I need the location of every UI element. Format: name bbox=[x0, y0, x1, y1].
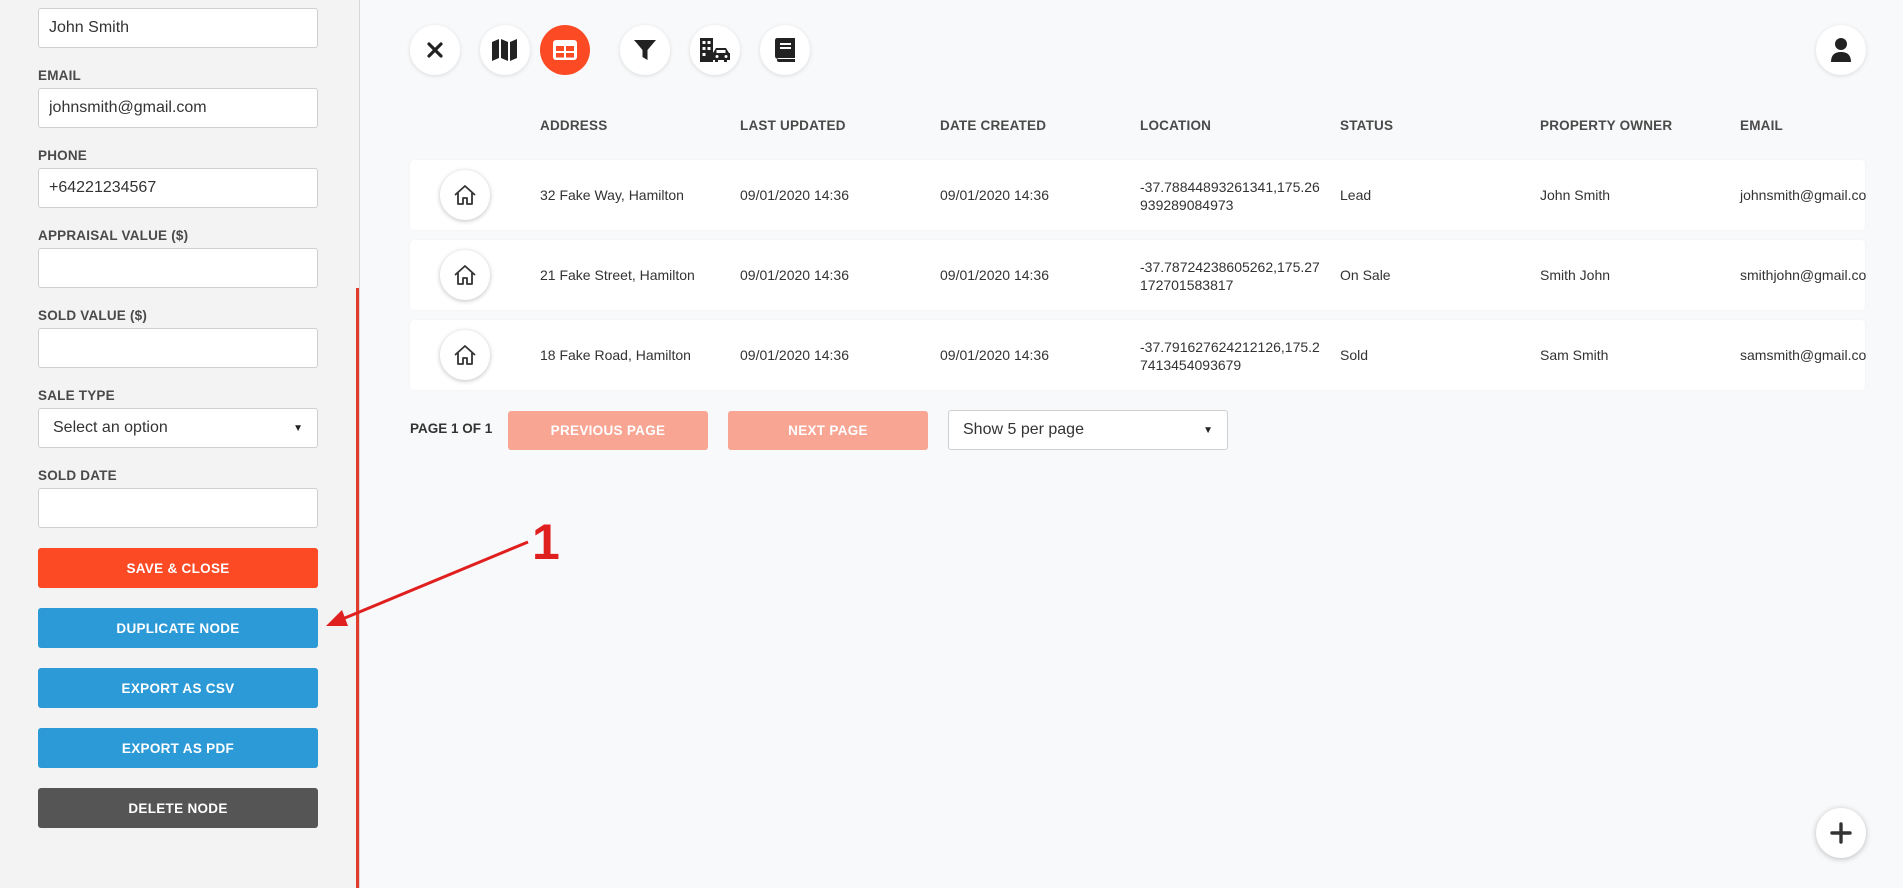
column-header-status[interactable]: STATUS bbox=[1340, 118, 1393, 133]
duplicate-node-button[interactable]: DUPLICATE NODE bbox=[38, 608, 318, 648]
phone-label: PHONE bbox=[38, 148, 88, 163]
cell-owner: John Smith bbox=[1540, 187, 1611, 203]
sold-date-label: SOLD DATE bbox=[38, 468, 117, 483]
per-page-select[interactable]: Show 5 per page ▼ bbox=[948, 410, 1228, 450]
cell-email: samsmith@gmail.co bbox=[1740, 347, 1867, 363]
cell-date-created: 09/01/2020 14:36 bbox=[940, 267, 1049, 283]
filter-button[interactable] bbox=[620, 25, 670, 75]
cell-email: johnsmith@gmail.co bbox=[1740, 187, 1867, 203]
sale-type-label: SALE TYPE bbox=[38, 388, 115, 403]
cell-status: Sold bbox=[1340, 347, 1369, 363]
email-label: EMAIL bbox=[38, 68, 81, 83]
cell-location: -37.791627624212126,175.27413454093679 bbox=[1140, 339, 1320, 373]
per-page-selected: Show 5 per page bbox=[963, 421, 1084, 438]
delete-node-button[interactable]: DELETE NODE bbox=[38, 788, 318, 828]
email-field[interactable] bbox=[38, 88, 318, 128]
cell-date-created: 09/01/2020 14:36 bbox=[940, 347, 1049, 363]
plus-icon bbox=[1830, 822, 1852, 844]
name-field[interactable] bbox=[38, 8, 318, 48]
cell-status: On Sale bbox=[1340, 267, 1391, 283]
cell-last-updated: 09/01/2020 14:36 bbox=[740, 347, 849, 363]
table-row[interactable]: 18 Fake Road, Hamilton 09/01/2020 14:36 … bbox=[410, 320, 1867, 390]
appraisal-value-field[interactable] bbox=[38, 248, 318, 288]
cell-location: -37.78844893261341,175.26939289084973 bbox=[1140, 179, 1320, 213]
cell-address: 32 Fake Way, Hamilton bbox=[540, 187, 684, 203]
cell-last-updated: 09/01/2020 14:36 bbox=[740, 187, 849, 203]
previous-page-button[interactable]: PREVIOUS PAGE bbox=[508, 411, 708, 450]
phone-field[interactable] bbox=[38, 168, 318, 208]
annotation-number: 1 bbox=[532, 514, 560, 570]
cell-address: 21 Fake Street, Hamilton bbox=[540, 267, 695, 283]
export-pdf-button[interactable]: EXPORT AS PDF bbox=[38, 728, 318, 768]
add-node-button[interactable] bbox=[1816, 808, 1866, 858]
notes-button[interactable] bbox=[760, 25, 810, 75]
table-row[interactable]: 21 Fake Street, Hamilton 09/01/2020 14:3… bbox=[410, 240, 1867, 310]
cell-location: -37.78724238605262,175.27172701583817 bbox=[1140, 259, 1320, 293]
cell-email: smithjohn@gmail.co bbox=[1740, 267, 1867, 283]
node-editor-sidebar: EMAIL PHONE APPRAISAL VALUE ($) SOLD VAL… bbox=[0, 0, 360, 888]
house-icon bbox=[440, 250, 490, 300]
table-row[interactable]: 32 Fake Way, Hamilton 09/01/2020 14:36 0… bbox=[410, 160, 1867, 230]
map-icon bbox=[492, 39, 517, 61]
table-view-button[interactable] bbox=[540, 25, 590, 75]
cell-status: Lead bbox=[1340, 187, 1372, 203]
sold-value-label: SOLD VALUE ($) bbox=[38, 308, 148, 323]
column-header-property-owner[interactable]: PROPERTY OWNER bbox=[1540, 118, 1672, 133]
sale-type-select[interactable]: Select an option ▼ bbox=[38, 408, 318, 448]
app-root: EMAIL PHONE APPRAISAL VALUE ($) SOLD VAL… bbox=[0, 0, 1903, 888]
close-icon bbox=[427, 42, 443, 58]
map-view-button[interactable] bbox=[480, 25, 530, 75]
save-close-button[interactable]: SAVE & CLOSE bbox=[38, 548, 318, 588]
next-page-button[interactable]: NEXT PAGE bbox=[728, 411, 928, 450]
close-button[interactable] bbox=[410, 25, 460, 75]
column-header-location[interactable]: LOCATION bbox=[1140, 118, 1211, 133]
column-header-address[interactable]: ADDRESS bbox=[540, 118, 607, 133]
column-header-last-updated[interactable]: LAST UPDATED bbox=[740, 118, 846, 133]
cell-owner: Smith John bbox=[1540, 267, 1611, 283]
cell-date-created: 09/01/2020 14:36 bbox=[940, 187, 1049, 203]
column-header-date-created[interactable]: DATE CREATED bbox=[940, 118, 1046, 133]
export-csv-button[interactable]: EXPORT AS CSV bbox=[38, 668, 318, 708]
user-account-button[interactable] bbox=[1816, 25, 1866, 75]
cell-address: 18 Fake Road, Hamilton bbox=[540, 347, 691, 363]
sale-type-selected: Select an option bbox=[53, 419, 168, 436]
house-icon bbox=[440, 170, 490, 220]
building-car-icon bbox=[700, 38, 730, 62]
column-header-email[interactable]: EMAIL bbox=[1740, 118, 1783, 133]
properties-button[interactable] bbox=[690, 25, 740, 75]
sold-date-field[interactable] bbox=[38, 488, 318, 528]
page-indicator: PAGE 1 OF 1 bbox=[410, 421, 493, 436]
caret-down-icon: ▼ bbox=[1203, 424, 1213, 436]
user-icon bbox=[1831, 38, 1851, 62]
sold-value-field[interactable] bbox=[38, 328, 318, 368]
appraisal-value-label: APPRAISAL VALUE ($) bbox=[38, 228, 189, 243]
cell-owner: Sam Smith bbox=[1540, 347, 1609, 363]
book-icon bbox=[775, 38, 795, 62]
filter-icon bbox=[634, 40, 656, 60]
house-icon bbox=[440, 330, 490, 380]
table-icon bbox=[553, 40, 577, 60]
annotation-line bbox=[356, 288, 359, 888]
cell-last-updated: 09/01/2020 14:36 bbox=[740, 267, 849, 283]
caret-down-icon: ▼ bbox=[293, 422, 303, 434]
